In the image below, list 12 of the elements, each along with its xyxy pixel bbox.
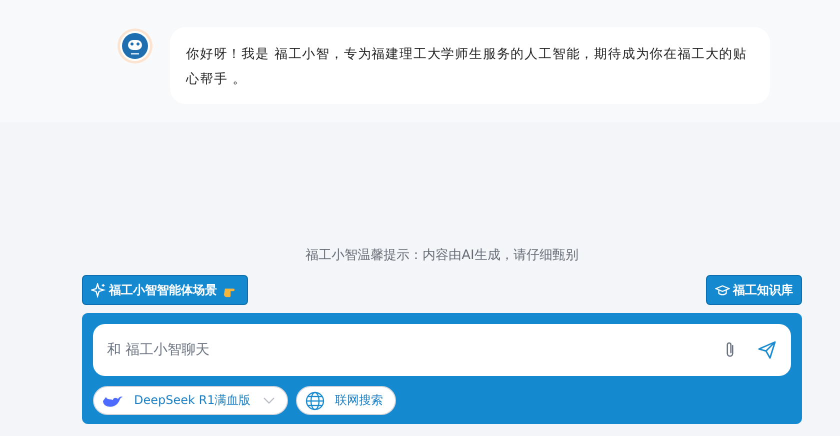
message-bubble: 你好呀！我是 福工小智，专为福建理工大学师生服务的人工智能，期待成为你在福工大的贴心帮手 。 <box>170 27 770 104</box>
model-select[interactable]: DeepSeek R1满血版 <box>93 386 288 415</box>
web-search-button[interactable]: 联网搜索 <box>296 386 396 415</box>
caret-icon <box>262 396 275 404</box>
bot-avatar-icon <box>117 28 153 64</box>
globe-icon <box>304 390 325 410</box>
knowledge-base-button[interactable]: 福工知识库 <box>706 275 802 305</box>
sparkle-icon <box>91 282 106 298</box>
notice-text: 福工小智温馨提示：内容由AI生成，请仔细甄别 <box>304 247 580 265</box>
graduation-cap-icon <box>715 282 730 298</box>
scene-button[interactable]: 福工小智智能体场景 <box>82 275 248 305</box>
send-icon[interactable] <box>757 340 777 360</box>
